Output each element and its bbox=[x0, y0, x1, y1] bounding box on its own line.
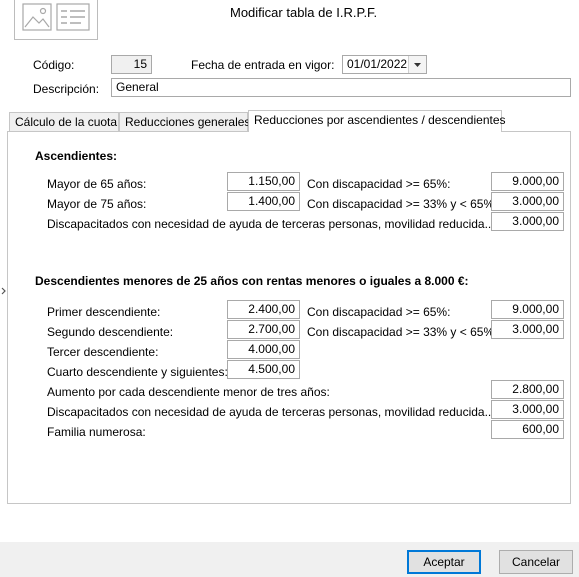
mayor65-field[interactable]: 1.150,00 bbox=[227, 172, 300, 191]
accept-button[interactable]: Aceptar bbox=[407, 550, 481, 574]
asc-ayuda-label: Discapacitados con necesidad de ayuda de… bbox=[47, 217, 498, 231]
asc-disc33-label: Con discapacidad >= 33% y < 65%: bbox=[307, 197, 498, 211]
asc-ayuda-field[interactable]: 3.000,00 bbox=[491, 212, 564, 231]
desc-ayuda-label: Discapacitados con necesidad de ayuda de… bbox=[47, 405, 498, 419]
document-image-icon bbox=[14, 0, 98, 40]
aumento-label: Aumento por cada descendiente menor de t… bbox=[47, 385, 330, 399]
segundo-desc-field[interactable]: 2.700,00 bbox=[227, 320, 300, 339]
descripcion-label: Descripción: bbox=[33, 82, 100, 96]
desc-disc65-field[interactable]: 9.000,00 bbox=[491, 300, 564, 319]
familia-field[interactable]: 600,00 bbox=[491, 420, 564, 439]
familia-label: Familia numerosa: bbox=[47, 425, 146, 439]
tab-reducciones-generales[interactable]: Reducciones generales bbox=[119, 112, 250, 132]
asc-disc65-label: Con discapacidad >= 65%: bbox=[307, 177, 451, 191]
cuarto-desc-field[interactable]: 4.500,00 bbox=[227, 360, 300, 379]
window-title: Modificar tabla de I.R.P.F. bbox=[230, 5, 378, 20]
chevron-down-icon[interactable] bbox=[408, 56, 426, 73]
fecha-value: 01/01/2022 bbox=[347, 57, 408, 71]
tab-reducciones-ascendientes[interactable]: Reducciones por ascendientes / descendie… bbox=[248, 110, 506, 132]
mayor75-field[interactable]: 1.400,00 bbox=[227, 192, 300, 211]
ascendientes-title: Ascendientes: bbox=[35, 149, 118, 163]
codigo-field: 15 bbox=[111, 55, 152, 74]
tercer-desc-field[interactable]: 4.000,00 bbox=[227, 340, 300, 359]
cancel-button[interactable]: Cancelar bbox=[499, 550, 573, 574]
desc-disc33-field[interactable]: 3.000,00 bbox=[491, 320, 564, 339]
tercer-desc-label: Tercer descendiente: bbox=[47, 345, 159, 359]
asc-disc33-field[interactable]: 3.000,00 bbox=[491, 192, 564, 211]
mayor75-label: Mayor de 75 años: bbox=[47, 197, 147, 211]
primer-desc-label: Primer descendiente: bbox=[47, 305, 161, 319]
mayor65-label: Mayor de 65 años: bbox=[47, 177, 147, 191]
tab-calculo-cuota[interactable]: Cálculo de la cuota bbox=[9, 112, 119, 132]
desc-ayuda-field[interactable]: 3.000,00 bbox=[491, 400, 564, 419]
fecha-label: Fecha de entrada en vigor: bbox=[191, 58, 335, 72]
descendientes-title: Descendientes menores de 25 años con ren… bbox=[35, 274, 469, 288]
desc-disc33-label: Con discapacidad >= 33% y < 65%: bbox=[307, 325, 498, 339]
fecha-combo[interactable]: 01/01/2022 bbox=[342, 55, 427, 74]
cuarto-desc-label: Cuarto descendiente y siguientes: bbox=[47, 365, 228, 379]
codigo-label: Código: bbox=[33, 58, 75, 72]
desc-disc65-label: Con discapacidad >= 65%: bbox=[307, 305, 451, 319]
aumento-field[interactable]: 2.800,00 bbox=[491, 380, 564, 399]
chevron-right-icon[interactable] bbox=[1, 284, 7, 298]
asc-disc65-field[interactable]: 9.000,00 bbox=[491, 172, 564, 191]
dialog-footer: Aceptar Cancelar bbox=[0, 542, 579, 577]
segundo-desc-label: Segundo descendiente: bbox=[47, 325, 174, 339]
descripcion-field[interactable]: General bbox=[111, 78, 571, 97]
primer-desc-field[interactable]: 2.400,00 bbox=[227, 300, 300, 319]
